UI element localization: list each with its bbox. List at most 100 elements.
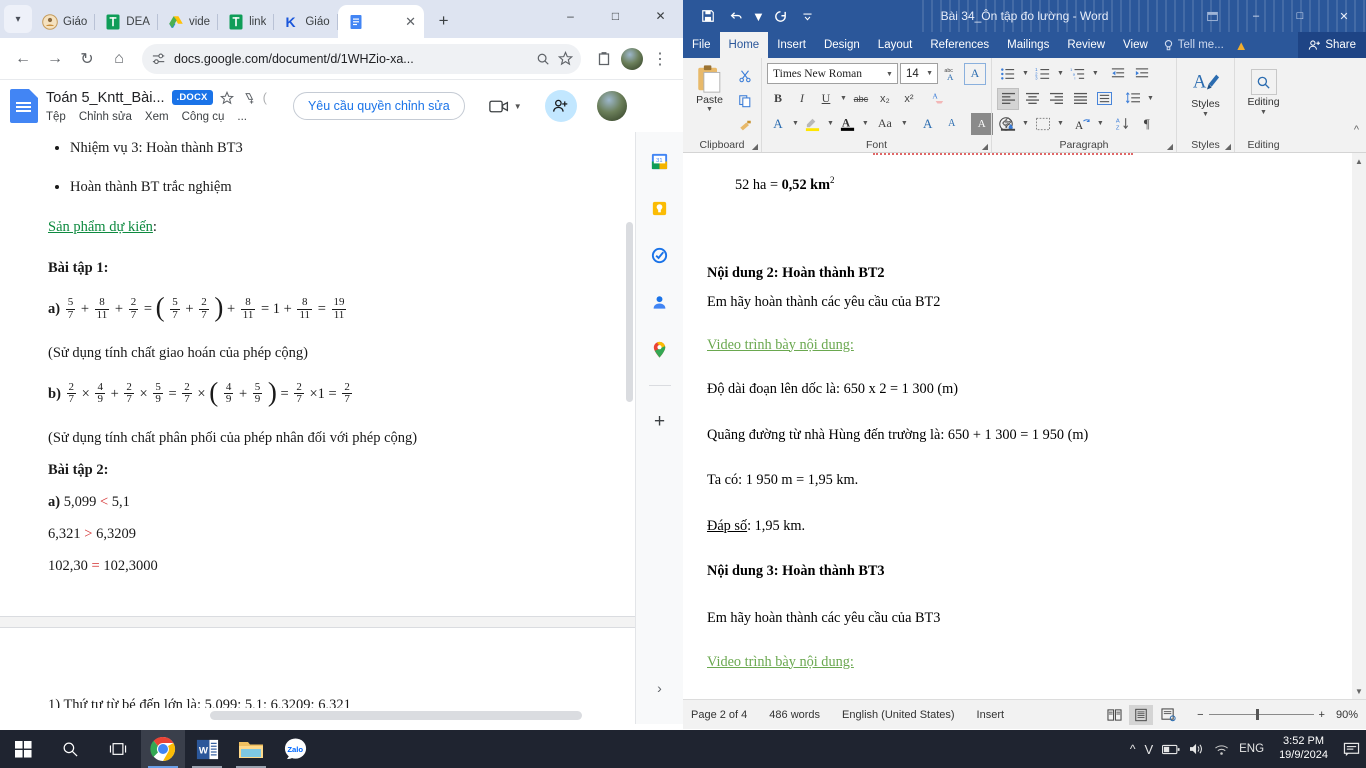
minimize-button[interactable]: –: [548, 0, 593, 32]
word-page[interactable]: 52 ha = 0,52 km2 Nội dung 2: Hoàn thành …: [683, 153, 1366, 699]
text-effects-dropdown-icon[interactable]: ▼: [791, 120, 800, 127]
scroll-down-button[interactable]: ▼: [1352, 683, 1366, 699]
browser-tab[interactable]: Giáo: [32, 5, 96, 38]
tab-design[interactable]: Design: [815, 32, 869, 58]
borders-button[interactable]: [1032, 113, 1054, 135]
new-tab-button[interactable]: +: [430, 7, 458, 35]
menu-item-more[interactable]: ...: [237, 111, 247, 123]
tab-view[interactable]: View: [1114, 32, 1157, 58]
browser-tab-active[interactable]: ✕: [337, 5, 424, 38]
tab-review[interactable]: Review: [1058, 32, 1114, 58]
show-hidden-icons-button[interactable]: ^: [1130, 742, 1136, 756]
copy-button[interactable]: [734, 90, 756, 112]
zoom-slider[interactable]: − +: [1197, 709, 1325, 721]
format-painter-button[interactable]: [734, 115, 756, 137]
multilevel-list-button[interactable]: 1 a i: [1067, 63, 1089, 85]
chevron-down-icon[interactable]: ▼: [1201, 111, 1210, 118]
product-heading-link[interactable]: Sản phẩm dự kiến: [48, 219, 153, 235]
justify-button[interactable]: [1069, 88, 1091, 110]
change-case-dropdown-icon[interactable]: ▼: [900, 120, 909, 127]
back-button[interactable]: ←: [8, 44, 38, 74]
taskbar-app-chrome[interactable]: [141, 730, 185, 768]
show-formatting-marks-button[interactable]: ¶: [1136, 113, 1158, 135]
warning-icon[interactable]: ▲: [1230, 32, 1253, 58]
shrink-font-button[interactable]: A: [941, 113, 963, 135]
minimize-button[interactable]: –: [1234, 0, 1278, 32]
tab-home[interactable]: Home: [719, 32, 769, 58]
contacts-icon[interactable]: [649, 291, 671, 313]
word-vertical-scroll-track[interactable]: [1352, 169, 1366, 683]
clock[interactable]: 3:52 PM 19/9/2024: [1273, 735, 1334, 763]
line-spacing-button[interactable]: [1122, 88, 1144, 110]
zoom-knob[interactable]: [1255, 709, 1259, 720]
expand-side-panel-button[interactable]: ›: [657, 680, 662, 696]
taskbar-app-file-explorer[interactable]: [229, 730, 273, 768]
change-case-button[interactable]: Aa: [872, 113, 898, 135]
chevron-down-icon[interactable]: ▼: [705, 106, 714, 113]
tab-references[interactable]: References: [921, 32, 998, 58]
keep-icon[interactable]: [649, 197, 671, 219]
paste-button[interactable]: Paste ▼: [688, 62, 731, 137]
browser-tab[interactable]: vide: [158, 5, 219, 38]
font-color-dropdown-icon[interactable]: ▼: [861, 120, 870, 127]
language-indicator[interactable]: English (United States): [842, 709, 955, 721]
styles-dialog-launcher[interactable]: ◢: [1225, 142, 1231, 151]
zoom-out-button[interactable]: −: [1197, 709, 1203, 721]
increase-indent-button[interactable]: [1131, 63, 1153, 85]
editing-button[interactable]: Editing ▼: [1240, 65, 1288, 116]
chevron-down-icon[interactable]: ▼: [1259, 109, 1268, 116]
battery-icon[interactable]: [1162, 744, 1180, 755]
forward-button[interactable]: →: [40, 44, 70, 74]
tab-mailings[interactable]: Mailings: [998, 32, 1058, 58]
word-document-area[interactable]: 52 ha = 0,52 km2 Nội dung 2: Hoàn thành …: [683, 153, 1366, 699]
star-icon[interactable]: [558, 51, 573, 66]
meet-button[interactable]: ▼: [488, 99, 523, 114]
chevron-down-icon[interactable]: ▼: [885, 70, 894, 78]
share-button[interactable]: Share: [1298, 32, 1366, 58]
document-horizontal-scrollbar[interactable]: [210, 711, 582, 720]
docs-icon[interactable]: [10, 89, 38, 123]
search-icon[interactable]: [536, 52, 550, 66]
notification-icon[interactable]: [1343, 742, 1360, 757]
maximize-button[interactable]: □: [593, 0, 638, 32]
maximize-button[interactable]: □: [1278, 0, 1322, 32]
align-right-button[interactable]: [1045, 88, 1067, 110]
tab-layout[interactable]: Layout: [869, 32, 922, 58]
reload-button[interactable]: ↻: [72, 44, 102, 74]
page-indicator[interactable]: Page 2 of 4: [691, 709, 747, 721]
align-left-button[interactable]: [997, 87, 1019, 110]
tab-search-button[interactable]: ▾: [4, 5, 32, 33]
language-indicator[interactable]: ENG: [1239, 743, 1264, 755]
home-button[interactable]: ⌂: [104, 44, 134, 74]
insert-mode[interactable]: Insert: [977, 709, 1005, 721]
chevron-down-icon[interactable]: ▼: [925, 70, 934, 77]
site-settings-icon[interactable]: [152, 52, 166, 66]
font-color-button[interactable]: A: [837, 113, 859, 135]
taskbar-app-zalo[interactable]: Zalo: [273, 730, 317, 768]
word-link[interactable]: Video trình bày nội dung:: [707, 653, 1342, 672]
zoom-track[interactable]: [1208, 709, 1314, 720]
document-title[interactable]: Toán 5_Kntt_Bài...: [46, 90, 165, 106]
browser-tab[interactable]: DEA: [95, 5, 158, 38]
underline-dropdown-icon[interactable]: ▼: [839, 95, 848, 102]
tasks-icon[interactable]: [649, 244, 671, 266]
decrease-indent-button[interactable]: [1107, 63, 1129, 85]
zoom-level[interactable]: 90%: [1336, 709, 1358, 721]
chrome-menu-button[interactable]: ⋮: [645, 44, 675, 74]
share-button[interactable]: [544, 90, 577, 122]
font-dialog-launcher[interactable]: ◢: [982, 142, 988, 151]
volume-icon[interactable]: [1189, 742, 1205, 756]
asian-layout-dropdown-icon[interactable]: ▼: [1096, 120, 1105, 127]
font-name-combo[interactable]: Times New Roman ▼: [767, 63, 898, 84]
undo-icon[interactable]: [723, 3, 749, 29]
zoom-in-button[interactable]: +: [1319, 709, 1325, 721]
strikethrough-button[interactable]: abc: [850, 88, 872, 110]
menu-item-tools[interactable]: Công cụ: [182, 111, 225, 123]
shading-dropdown-icon[interactable]: ▼: [1021, 120, 1030, 127]
italic-button[interactable]: I: [791, 88, 813, 110]
scroll-up-button[interactable]: ▲: [1352, 153, 1366, 169]
menu-item-view[interactable]: Xem: [145, 111, 169, 123]
tab-file[interactable]: File: [683, 32, 720, 58]
star-icon[interactable]: [219, 90, 234, 105]
web-layout-button[interactable]: [1156, 705, 1180, 725]
